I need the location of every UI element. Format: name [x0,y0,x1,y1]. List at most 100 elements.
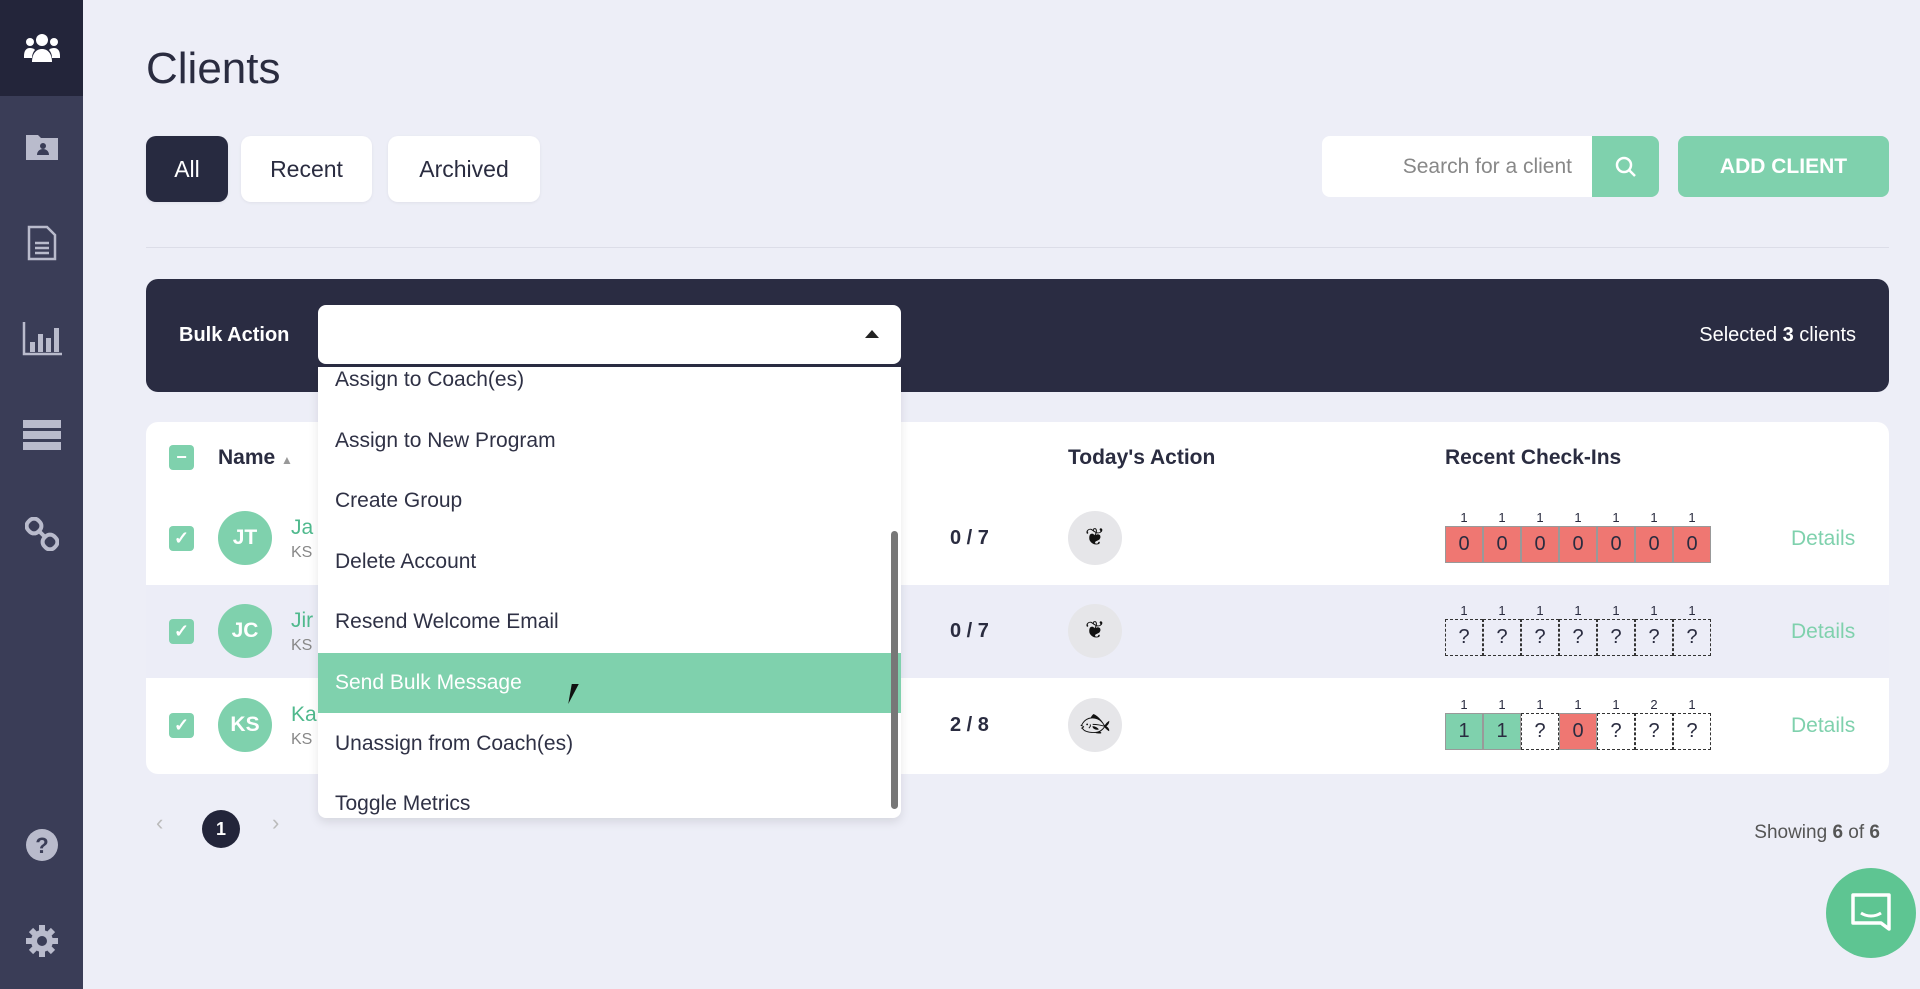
checkin-day: 1? [1521,603,1559,656]
checkin-value: 1 [1445,713,1483,750]
tab-recent[interactable]: Recent [241,136,372,202]
row-checkbox[interactable]: ✓ [169,619,194,644]
dropdown-option[interactable]: Assign to New Program [318,411,901,471]
checkin-target: 1 [1688,603,1696,618]
checkin-value: 0 [1445,526,1483,563]
checkin-value: 0 [1635,526,1673,563]
page-title: Clients [146,44,281,93]
checkin-day: 10 [1559,697,1597,750]
tab-archived[interactable]: Archived [388,136,540,202]
row-checkbox[interactable]: ✓ [169,713,194,738]
client-coach: KS [291,637,313,654]
recent-checkins: 1? 1? 1? 1? 1? 1? 1? [1445,603,1711,656]
help-icon: ? [25,829,58,861]
checkin-day: 1? [1597,603,1635,656]
dropdown-option[interactable]: Toggle Metrics [318,774,901,818]
checkin-value: 0 [1559,713,1597,750]
bar-chart-icon [22,322,62,356]
showing-prefix: Showing [1754,822,1833,843]
selected-number: 3 [1782,324,1794,346]
client-name[interactable]: Jir [291,609,313,633]
checkin-value: 0 [1673,526,1711,563]
bulk-action-select[interactable] [318,305,901,364]
checkin-day: 11 [1483,697,1521,750]
sidebar-item-contacts[interactable] [0,132,83,168]
checkin-target: 1 [1536,697,1544,712]
search-button[interactable] [1592,136,1659,197]
select-all-checkbox[interactable]: − [169,445,194,470]
help-button[interactable]: ? [0,828,83,870]
column-header-name[interactable]: Name ▲ [218,446,293,470]
details-link[interactable]: Details [1791,527,1855,551]
details-link[interactable]: Details [1791,714,1855,738]
checkin-target: 1 [1460,510,1468,525]
checkin-value: ? [1635,713,1673,750]
divider [146,247,1889,248]
sidebar-item-documents[interactable] [0,225,83,269]
client-name[interactable]: Ka [291,703,317,727]
add-client-button[interactable]: ADD CLIENT [1678,136,1889,197]
client-coach: KS [291,731,313,748]
lotus-icon[interactable]: ❦ [1068,604,1122,658]
checkin-target: 1 [1688,510,1696,525]
progress: 0 / 7 [950,527,989,549]
page-1-button[interactable]: 1 [202,810,240,848]
checkin-target: 1 [1612,603,1620,618]
sidebar-item-clients[interactable] [0,0,83,96]
details-link[interactable]: Details [1791,620,1855,644]
tab-all[interactable]: All [146,136,228,202]
checkin-day: 10 [1635,510,1673,563]
prev-page-button[interactable]: ‹ [156,810,163,836]
dropdown-option[interactable]: Resend Welcome Email [318,592,901,652]
dropdown-option[interactable]: Send Bulk Message [318,653,901,713]
dropdown-option[interactable]: Assign to Coach(es) [318,367,901,410]
dropdown-option[interactable]: Unassign from Coach(es) [318,714,901,774]
checkin-value: ? [1597,713,1635,750]
checkin-day: 10 [1559,510,1597,563]
checkin-day: 10 [1483,510,1521,563]
checkin-day: 1? [1559,603,1597,656]
progress: 2 / 8 [950,714,989,736]
checkin-target: 1 [1688,697,1696,712]
row-checkbox[interactable]: ✓ [169,526,194,551]
checkin-value: ? [1635,619,1673,656]
dropdown-option[interactable]: Delete Account [318,532,901,592]
search-input[interactable]: Search for a client [1322,136,1592,197]
sidebar-item-lists[interactable] [0,420,83,458]
checkin-day: 1? [1673,603,1711,656]
dropdown-scrollbar[interactable] [891,531,898,809]
checkin-value: ? [1559,619,1597,656]
progress: 0 / 7 [950,620,989,642]
sidebar-item-links[interactable] [0,516,83,559]
checkin-value: ? [1521,619,1559,656]
list-icon [22,420,61,450]
checkin-target: 1 [1650,510,1658,525]
next-page-button[interactable]: › [272,810,279,836]
sidebar: ? [0,0,83,989]
checkin-value: ? [1445,619,1483,656]
name-header-label: Name [218,446,276,469]
client-name[interactable]: Ja [291,516,313,540]
checkin-target: 1 [1612,510,1620,525]
contact-folder-icon [25,135,58,160]
document-icon [27,225,56,261]
showing-mid: of [1843,822,1870,843]
link-icon [24,516,59,552]
chat-icon [1851,893,1891,931]
checkin-value: ? [1521,713,1559,750]
lotus-icon[interactable]: ❦ [1068,511,1122,565]
settings-button[interactable] [0,924,83,966]
caret-up-icon [865,330,879,338]
checkin-day: 1? [1445,603,1483,656]
sidebar-item-reports[interactable] [0,322,83,364]
client-coach: KS [291,544,313,561]
dropdown-option[interactable]: Create Group [318,471,901,531]
checkin-value: 0 [1597,526,1635,563]
fish-icon[interactable]: 🐟︎ [1068,698,1122,752]
chat-launcher-button[interactable] [1826,868,1916,958]
gear-icon [25,925,58,957]
checkin-value: ? [1673,713,1711,750]
checkin-target: 1 [1650,603,1658,618]
avatar: JT [218,511,272,565]
checkin-target: 1 [1460,697,1468,712]
